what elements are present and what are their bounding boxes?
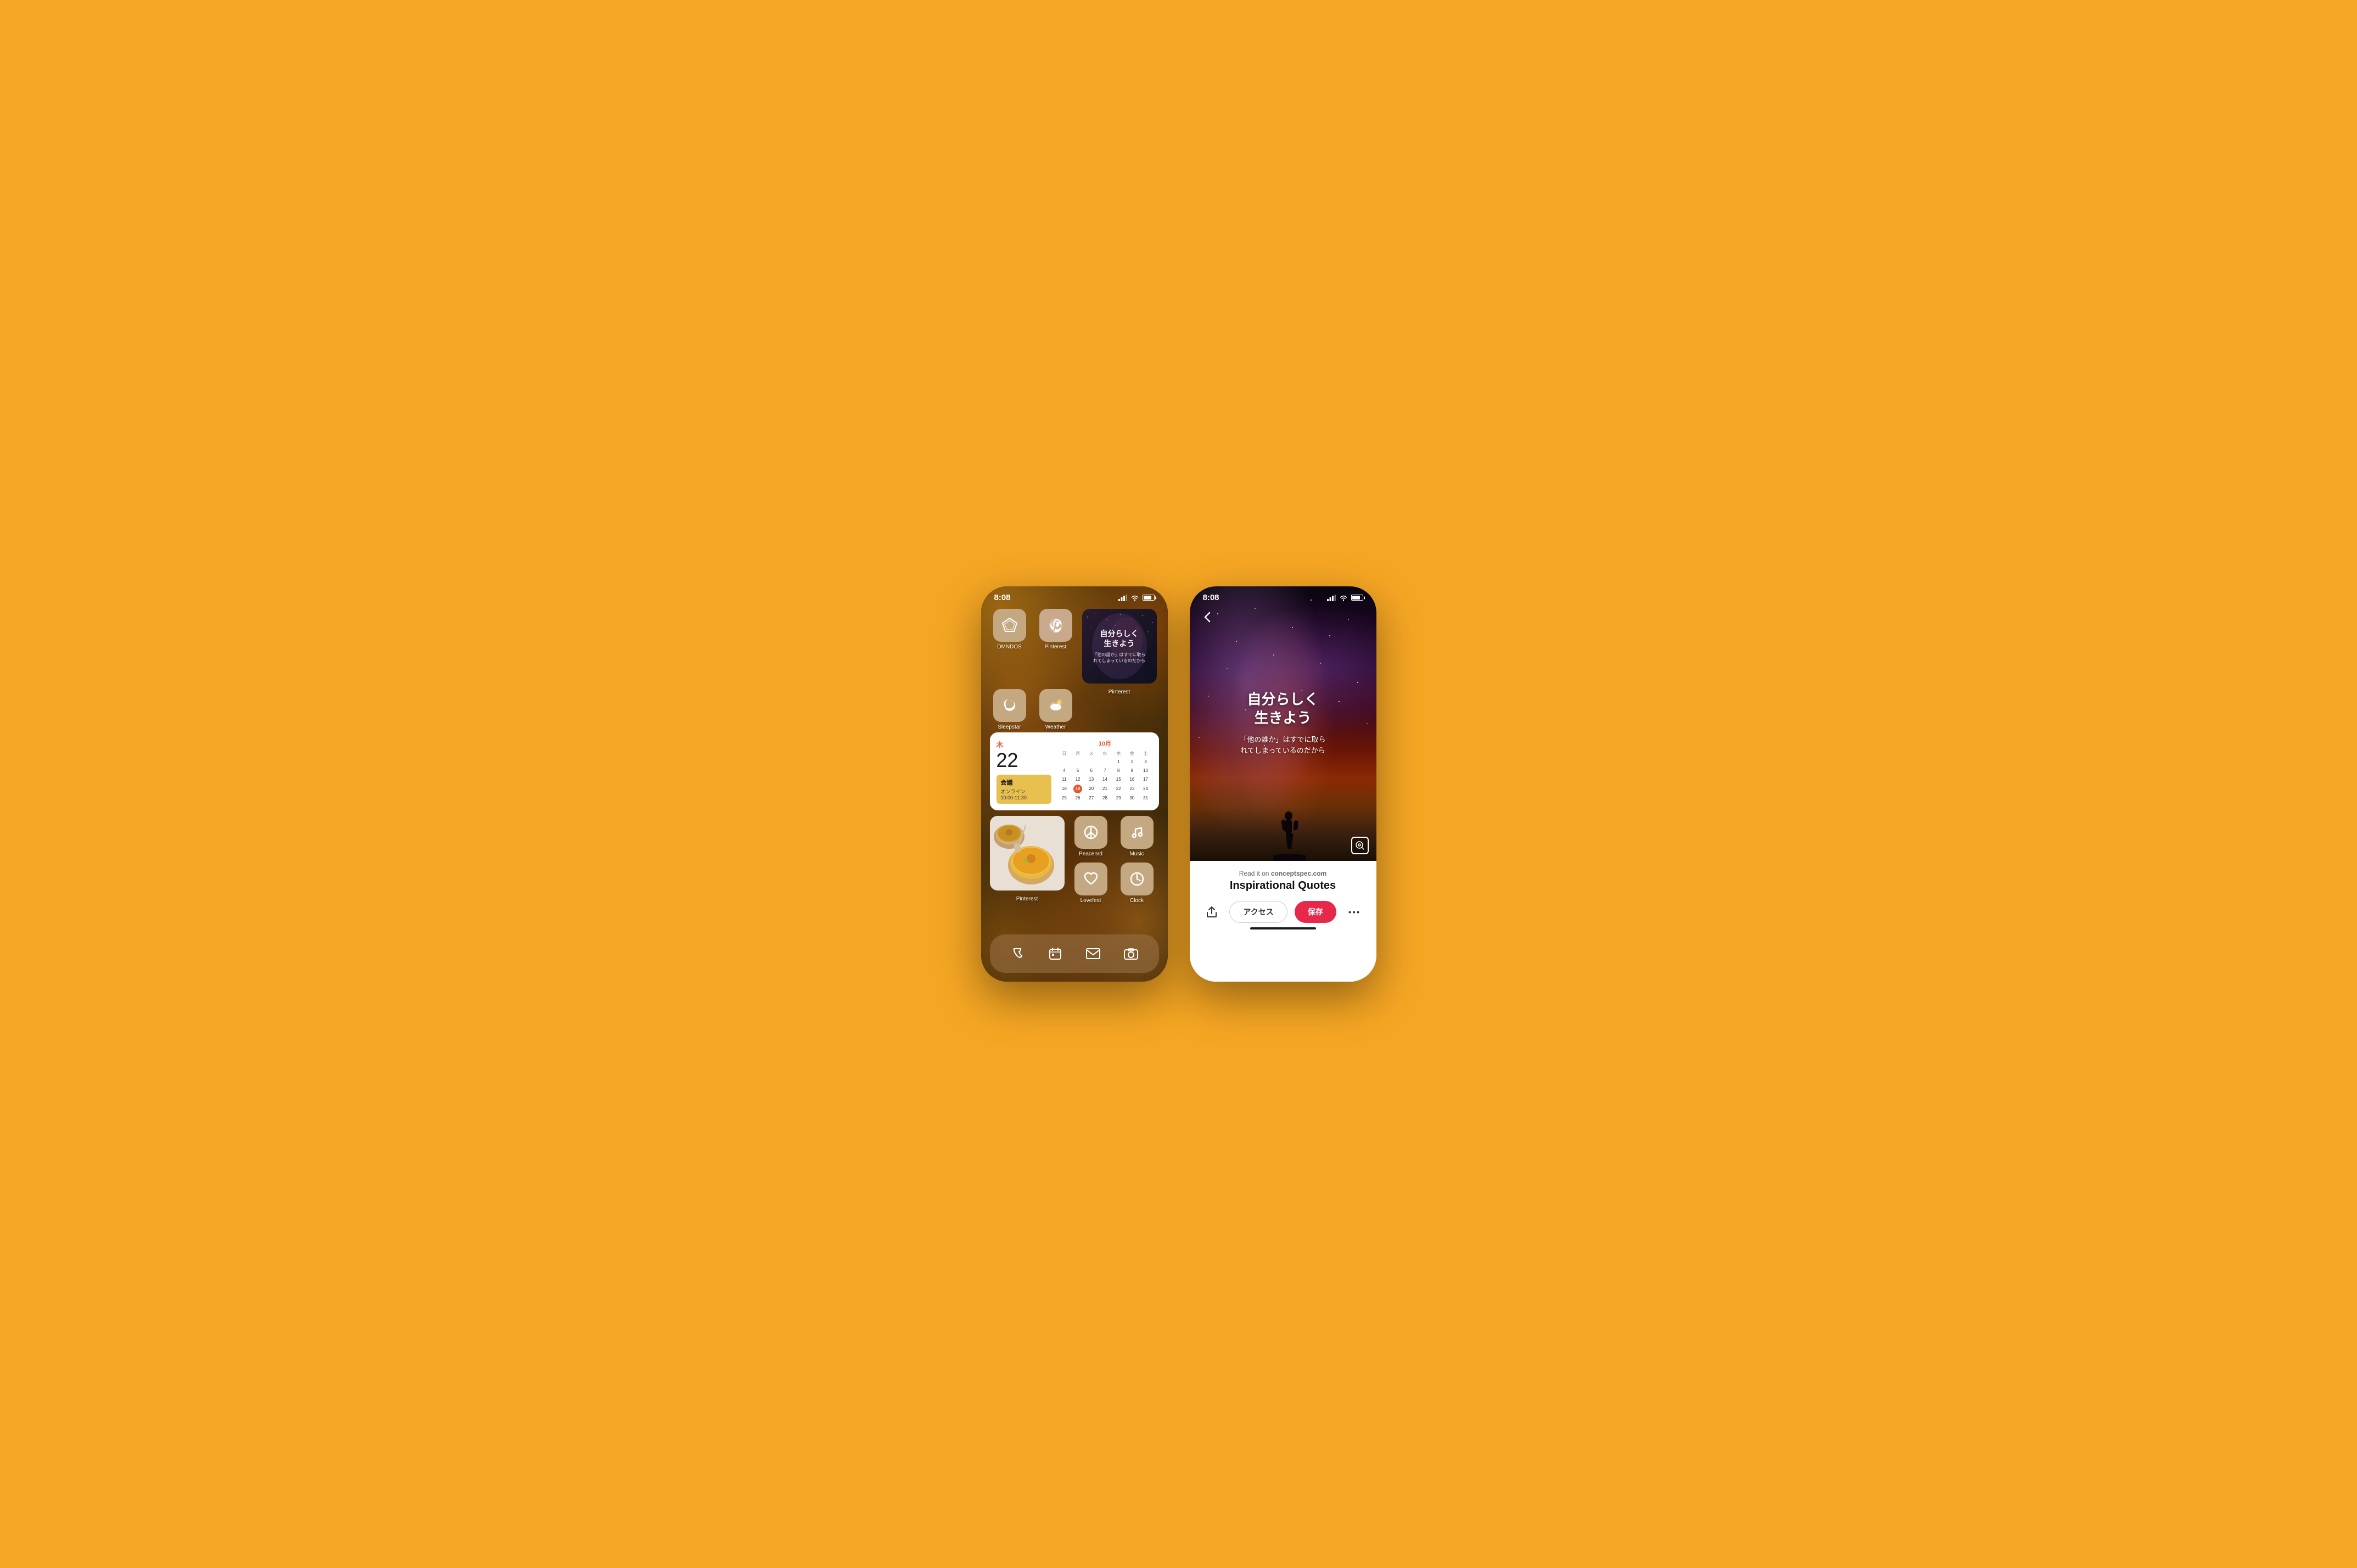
phone2-pinterest-detail: 8:08 (1190, 586, 1376, 982)
phone2-status-bar: 8:08 (1190, 586, 1376, 604)
lovefest-label: Lovefest (1080, 898, 1101, 904)
pinterest-widget[interactable]: 自分らしく生きよう 「他の誰か」はすでに取られてしまっているのだから (1082, 609, 1157, 684)
phone2-actions: アクセス 保存 (1201, 901, 1365, 923)
app-row-1: DMNDOS Pinterest (990, 609, 1159, 684)
phone1-home-screen: 8:08 (981, 586, 1168, 982)
cal-header-thu: 木 (1112, 750, 1125, 757)
sleepstar-label: Sleepstar (998, 724, 1021, 730)
weather-label: Weather (1045, 724, 1066, 730)
app-pinterest-1[interactable]: Pinterest (1036, 609, 1076, 650)
calendar-day-num: 22 (996, 751, 1051, 770)
calendar-event: 会議 オンライン 10:00-11:30 (996, 775, 1051, 804)
calendar-left: 木 22 会議 オンライン 10:00-11:30 (996, 739, 1051, 804)
more-button[interactable] (1343, 901, 1365, 923)
clock-label: Clock (1130, 898, 1144, 904)
dmndos-icon (993, 609, 1026, 642)
phone2-status-icons (1327, 595, 1363, 601)
signal-icon (1118, 595, 1127, 601)
photo-widget-label: Pinterest (990, 896, 1065, 902)
pinterest-widget-bottom-label: Pinterest (1108, 689, 1130, 695)
phone1-status-icons (1118, 595, 1155, 601)
dock-calendar[interactable] (1042, 940, 1069, 967)
app-row-2: Sleepstar (990, 689, 1159, 730)
calendar-today: 19 (1073, 785, 1082, 793)
phones-container: 8:08 (959, 564, 1398, 1004)
lovefest-icon (1074, 863, 1107, 895)
cal-header-fri: 金 (1126, 750, 1139, 757)
phone2-source-site: conceptspec.com (1271, 870, 1326, 877)
cal-header-tue: 火 (1085, 750, 1098, 757)
galaxy-image: 8:08 (1190, 586, 1376, 861)
peacenrd-label: Peacenrd (1079, 851, 1102, 857)
battery-icon (1143, 595, 1155, 601)
pinterest-label-1: Pinterest (1045, 644, 1066, 650)
app-music[interactable]: Music (1117, 816, 1157, 857)
wifi-icon (1130, 595, 1139, 601)
app-weather[interactable]: Weather (1036, 689, 1076, 730)
peacenrd-icon (1074, 816, 1107, 849)
food-image (990, 816, 1065, 891)
dock-phone[interactable] (1004, 940, 1031, 967)
cal-header-sat: 土 (1139, 750, 1152, 757)
phone2-battery-icon (1351, 595, 1363, 601)
calendar-event-time: 10:00-11:30 (1001, 795, 1047, 800)
phone1-content: DMNDOS Pinterest (981, 604, 1168, 914)
cal-header-sun: 日 (1058, 750, 1071, 757)
dock-camera[interactable] (1117, 940, 1145, 967)
calendar-month-header: 10月 (1058, 739, 1152, 748)
cal-header-wed: 水 (1099, 750, 1112, 757)
phone2-time: 8:08 (1203, 593, 1219, 602)
app-dmndos[interactable]: DMNDOS (990, 609, 1029, 650)
save-button[interactable]: 保存 (1295, 901, 1336, 923)
back-button[interactable] (1199, 608, 1216, 626)
access-button[interactable]: アクセス (1229, 901, 1287, 923)
app-row-3: Pinterest (990, 816, 1159, 904)
calendar-event-title: 会議 (1001, 778, 1047, 787)
phone2-wifi-icon (1339, 595, 1348, 601)
music-label: Music (1129, 851, 1144, 857)
pinterest-widget-main-text: 自分らしく生きよう (1093, 629, 1145, 648)
photo-widget[interactable] (990, 816, 1065, 891)
phone1-time: 8:08 (994, 593, 1011, 602)
pinterest-widget-text: 自分らしく生きよう 「他の誰か」はすでに取られてしまっているのだから (1093, 629, 1145, 664)
phone2-quote-sub: 「他の誰か」はすでに取られてしまっているのだから (1203, 734, 1362, 757)
share-button[interactable] (1201, 901, 1223, 923)
phone1-status-bar: 8:08 (981, 586, 1168, 604)
battery-fill (1144, 596, 1151, 600)
phone2-title: Inspirational Quotes (1201, 880, 1365, 892)
phone2-battery-fill (1352, 596, 1360, 600)
dock-mail[interactable] (1079, 940, 1107, 967)
pinterest-widget-label-wrap: Pinterest (1082, 689, 1157, 695)
phone2-source: Read it on conceptspec.com (1201, 870, 1365, 877)
home-indicator (1250, 927, 1316, 929)
dock (990, 934, 1159, 973)
calendar-event-location: オンライン (1001, 788, 1047, 795)
calendar-right: 10月 日 月 火 水 木 金 土 1 (1058, 739, 1152, 804)
silhouette (1273, 806, 1306, 861)
pinterest-icon-1 (1039, 609, 1072, 642)
weather-icon (1039, 689, 1072, 722)
app-peacenrd[interactable]: Peacenrd (1071, 816, 1111, 857)
music-icon (1121, 816, 1154, 849)
app-lovefest[interactable]: Lovefest (1071, 863, 1111, 904)
lens-icon[interactable] (1351, 837, 1369, 854)
dmndos-label: DMNDOS (997, 644, 1021, 650)
cal-header-mon: 月 (1071, 750, 1084, 757)
calendar-grid: 日 月 火 水 木 金 土 1 2 3 (1058, 750, 1152, 802)
app-clock[interactable]: Clock (1117, 863, 1157, 904)
phone2-quote: 自分らしく生きよう 「他の誰か」はすでに取られてしまっているのだから (1203, 690, 1362, 757)
calendar-day-name: 木 (996, 739, 1051, 749)
phone2-bottom-panel: Read it on conceptspec.com Inspirational… (1190, 861, 1376, 982)
phone2-quote-main: 自分らしく生きよう (1203, 690, 1362, 727)
calendar-widget[interactable]: 木 22 会議 オンライン 10:00-11:30 10月 日 月 火 水 (990, 732, 1159, 810)
pinterest-widget-sub-text: 「他の誰か」はすでに取られてしまっているのだから (1093, 652, 1145, 664)
app-sleepstar[interactable]: Sleepstar (990, 689, 1029, 730)
clock-icon (1121, 863, 1154, 895)
sleepstar-icon (993, 689, 1026, 722)
phone2-signal-icon (1327, 595, 1336, 601)
